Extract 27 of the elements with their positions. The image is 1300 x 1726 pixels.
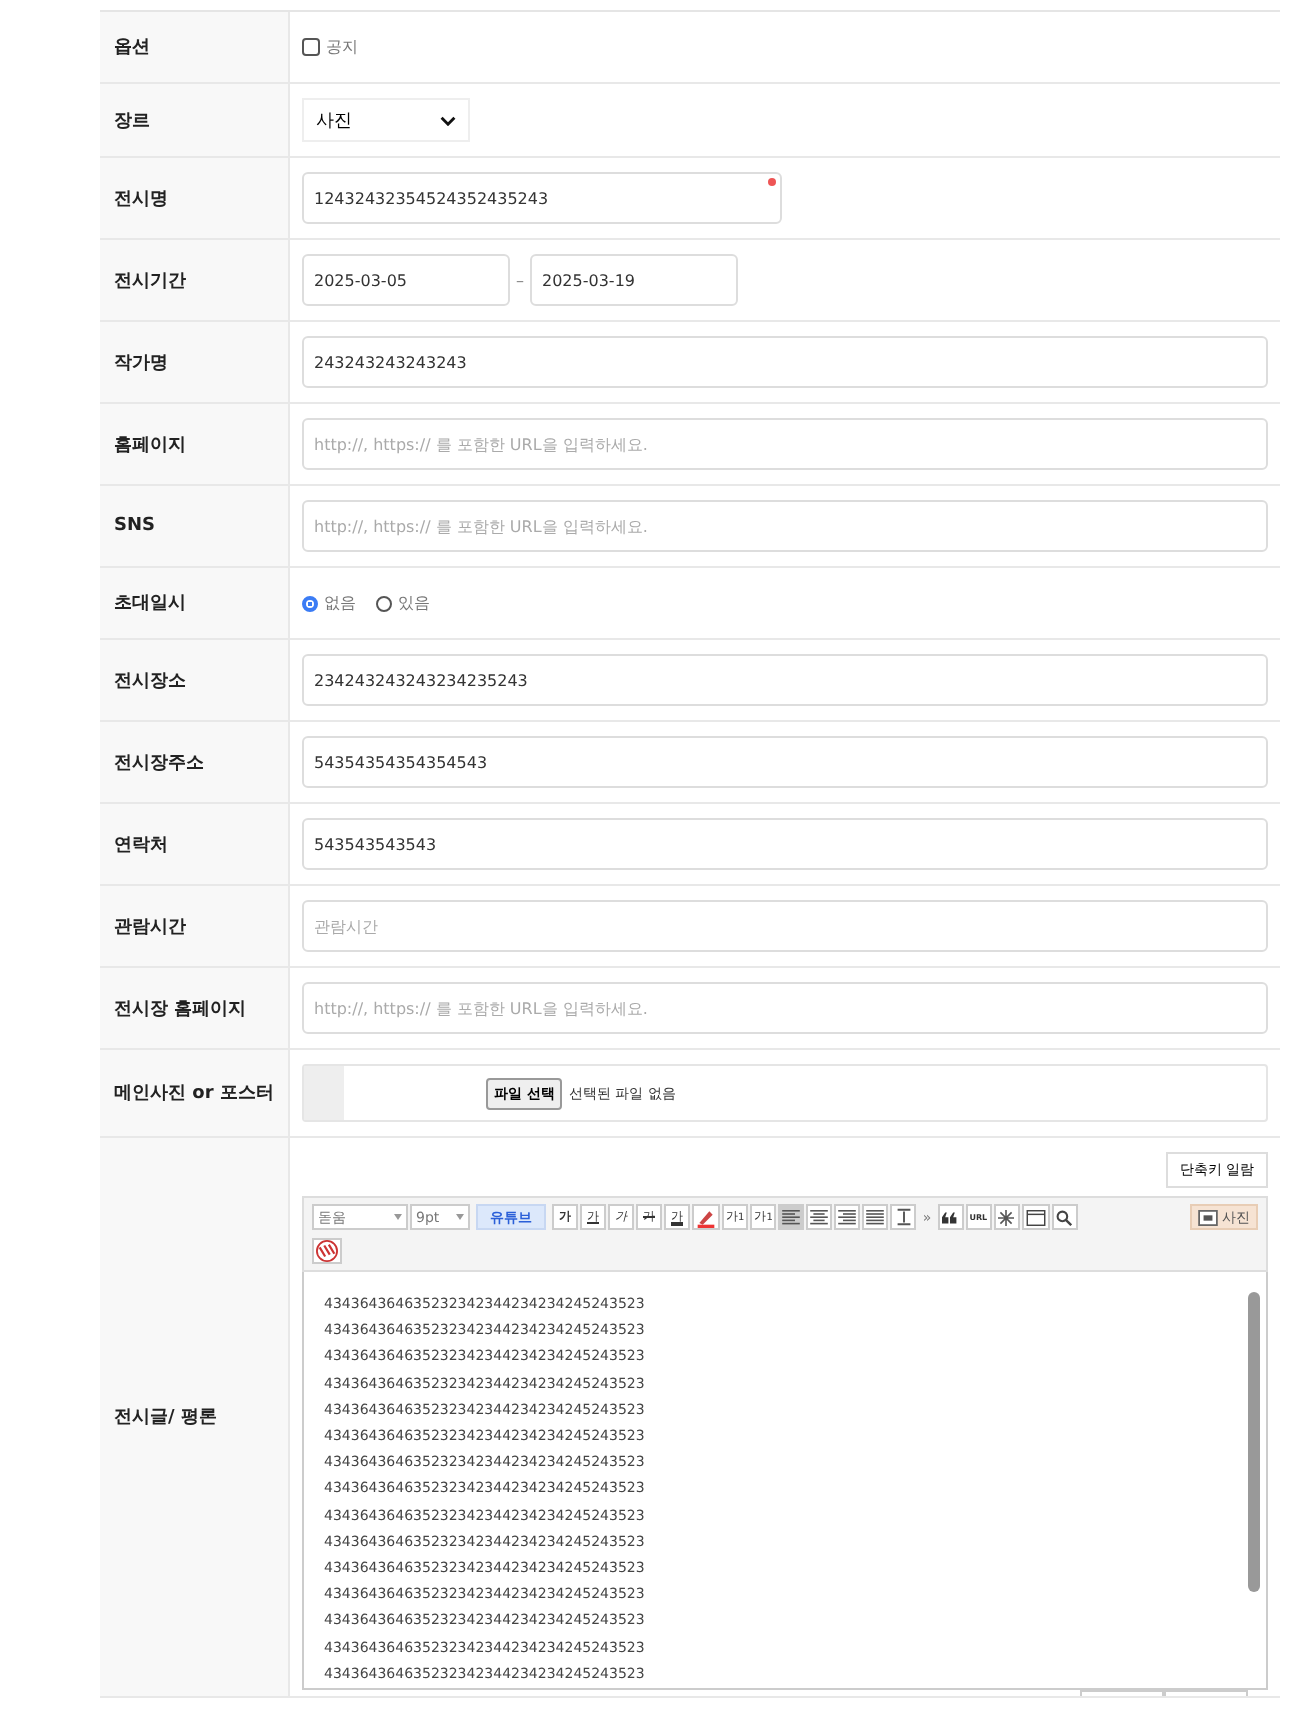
- radio-label: 있음: [398, 592, 430, 614]
- field-label: 관람시간: [100, 886, 290, 966]
- field-label: 전시기간: [100, 240, 290, 320]
- date-field[interactable]: 2025-03-19: [530, 254, 738, 306]
- text-field[interactable]: 54354354354354543: [302, 736, 1268, 788]
- field-label: 전시명: [100, 158, 290, 238]
- text-field[interactable]: 12432432354524352435243: [302, 172, 782, 224]
- field-label: 연락처: [100, 804, 290, 884]
- field-label: 옵션: [100, 12, 290, 82]
- checkbox-label: 공지: [326, 36, 358, 58]
- field-label: 홈페이지: [100, 404, 290, 484]
- range-separator: –: [516, 271, 524, 289]
- text-field[interactable]: 243243243243243: [302, 336, 1268, 388]
- field-label: 초대일시: [100, 568, 290, 638]
- field-label: 전시장주소: [100, 722, 290, 802]
- date-field[interactable]: 2025-03-05: [302, 254, 510, 306]
- text-field[interactable]: 234243243243234235243: [302, 654, 1268, 706]
- field-label: 작가명: [100, 322, 290, 402]
- text-field[interactable]: 543543543543: [302, 818, 1268, 870]
- radio-label: 없음: [324, 592, 356, 614]
- field-label: 메인사진 or 포스터: [100, 1050, 290, 1136]
- genre-dropdown[interactable]: 사진: [302, 98, 470, 142]
- field-label: 전시장 홈페이지: [100, 968, 290, 1048]
- field-label: 전시글/ 평론: [100, 1138, 290, 1697]
- field-label: 장르: [100, 84, 290, 156]
- field-label: SNS: [100, 486, 290, 566]
- field-label: 전시장소: [100, 640, 290, 720]
